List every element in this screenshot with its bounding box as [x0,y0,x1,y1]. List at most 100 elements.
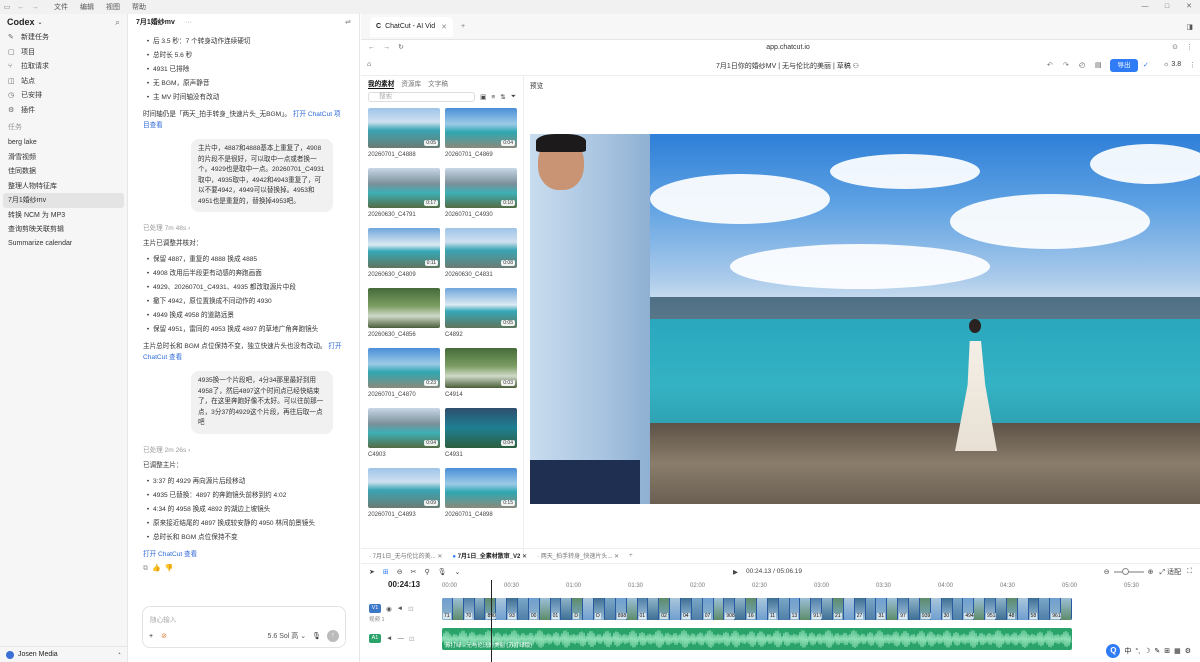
task-item[interactable]: 查询剪映关联剪辑 [0,222,127,237]
video-clip[interactable] [930,598,942,620]
video-clip[interactable]: 4943 [963,598,978,620]
video-clip[interactable] [865,598,877,620]
media-clip[interactable]: 0:11 20260630_C4809 [368,228,440,278]
close-tab-icon[interactable]: ✕ [441,23,447,31]
video-clip[interactable]: 00 [528,598,540,620]
video-clip[interactable]: 951 [985,598,997,620]
video-clip[interactable] [843,598,855,620]
add-timeline-icon[interactable]: + [629,553,633,559]
add-icon[interactable]: + [149,633,153,640]
user-footer[interactable]: Josen Media ◔ [0,646,127,662]
media-clip[interactable]: 0:15 20260701_C4898 [445,468,517,518]
ime-item[interactable]: ▦ [1174,647,1181,655]
copy-icon[interactable]: ⧉ [143,565,152,572]
video-clip[interactable] [757,598,768,620]
trim-tool-icon[interactable]: ⊖ [397,568,403,576]
media-clip[interactable]: 0:04 C4903 [368,408,440,458]
video-clip[interactable]: 908 [724,598,736,620]
video-clip[interactable]: 27 [854,598,866,620]
search-icon[interactable]: ⌕ [115,17,120,28]
video-clip[interactable] [626,598,638,620]
ime-item[interactable]: 中 [1124,646,1131,656]
media-clip[interactable]: 0:04 20260701_C4869 [445,108,517,158]
video-clip[interactable] [713,598,725,620]
composer-input[interactable]: 随心输入 [150,614,176,624]
history-icon[interactable]: ◴ [1079,61,1085,69]
thumbs-up-icon[interactable]: 👍 [152,565,165,572]
video-clip[interactable]: 30 [941,598,953,620]
minus-icon[interactable]: — [397,635,404,642]
video-clip[interactable] [952,598,964,620]
fit-button[interactable]: ⤢ 适配 [1160,567,1182,577]
fullscreen-icon[interactable]: ⛶ [1187,568,1192,576]
video-clip[interactable] [995,598,1007,620]
url-field[interactable]: app.chatcut.io [404,44,1172,51]
video-clip[interactable] [1039,598,1051,620]
video-clip[interactable] [1017,598,1029,620]
filter-icon[interactable]: ⏷ [511,93,516,101]
search-input[interactable]: 搜索 [368,92,476,102]
processed-status[interactable]: 已处理 7m 48s › [143,222,346,232]
redo-icon[interactable]: ↷ [1063,61,1069,69]
task-item[interactable]: 滑雪视频 [0,150,127,165]
video-clip[interactable] [735,598,747,620]
ime-item[interactable]: ⊞ [1164,647,1170,655]
task-item[interactable]: Summarize calendar [0,237,127,252]
tab-my-media[interactable]: 我的素材 [368,78,395,89]
zoom-slider[interactable] [1113,568,1144,575]
microphone-icon[interactable]: 🎙 [312,632,321,640]
video-preview[interactable] [530,134,1200,504]
cut-icon[interactable]: ✂ [411,568,417,576]
menu-file[interactable]: 文件 [54,2,68,12]
task-item[interactable]: 佳同数据 [0,164,127,179]
marker-icon[interactable]: ⚲ [425,568,430,576]
media-clip[interactable]: 0:05 20260701_C4888 [368,108,440,158]
layout-icon[interactable]: ▤ [1095,61,1102,69]
chatcut-link[interactable]: 打开 ChatCut 查看 [143,551,197,558]
video-clip[interactable] [474,598,486,620]
processed-status[interactable]: 已处理 2m 26s › [143,444,346,454]
send-button[interactable]: ↑ [327,630,339,642]
video-clip[interactable]: D [572,598,584,620]
playhead[interactable] [491,580,492,662]
video-clip[interactable] [583,598,595,620]
audio-icon[interactable]: 🎙 [438,568,447,576]
ime-logo-icon[interactable]: Q [1106,644,1121,658]
sort-icon[interactable]: ⇅ [500,93,506,101]
video-clip[interactable] [691,598,703,620]
video-clip[interactable] [1061,598,1072,620]
media-clip[interactable]: 0:03 C4914 [445,348,517,398]
menu-edit[interactable]: 编辑 [80,2,94,12]
video-clip[interactable]: 02 [659,598,671,620]
chevron-down-icon[interactable]: ⌄ [38,19,43,26]
ime-item[interactable]: °, [1135,648,1140,655]
sidebar-item-project[interactable]: ▢ 项目 [0,45,127,60]
media-clip[interactable]: 0:04 C4931 [445,408,517,458]
settings-sliders-icon[interactable]: ⇌ [345,18,351,26]
thumbs-down-icon[interactable]: 👎 [165,565,178,572]
video-clip[interactable] [887,598,899,620]
media-clip[interactable]: 0:09 20260701_C4893 [368,468,440,518]
video-clips[interactable]: 7170890930001DD8980102040790816111391721… [442,598,1072,620]
select-tool-icon[interactable]: ➤ [369,568,375,576]
video-clip[interactable]: D [594,598,605,620]
video-clip[interactable]: 961 [1050,598,1062,620]
forward-icon[interactable]: → [28,4,42,11]
video-clip[interactable] [778,598,790,620]
video-clip[interactable] [648,598,660,620]
video-clip[interactable]: 71 [442,598,453,620]
share-users-icon[interactable]: ⚇ [853,63,859,70]
video-clip[interactable]: 13 [789,598,801,620]
ime-item[interactable]: ⚙ [1185,647,1191,655]
media-clip[interactable]: 0:08 20260630_C4831 [445,228,517,278]
undo-icon[interactable]: ↶ [1047,61,1053,69]
video-clip[interactable]: 898 [615,598,628,620]
track-tool-icon[interactable]: ⊞ [383,568,389,576]
video-clip[interactable] [539,598,551,620]
play-icon[interactable]: ▶ [733,568,738,576]
sidebar-toggle-icon[interactable]: ▭ [0,3,14,11]
mute-icon[interactable]: ◄ [397,605,403,612]
sidebar-item-scheduled[interactable]: ◷ 已安排 [0,88,127,103]
video-clip[interactable]: 01 [637,598,649,620]
task-item[interactable]: 整理人物特征库 [0,179,127,194]
